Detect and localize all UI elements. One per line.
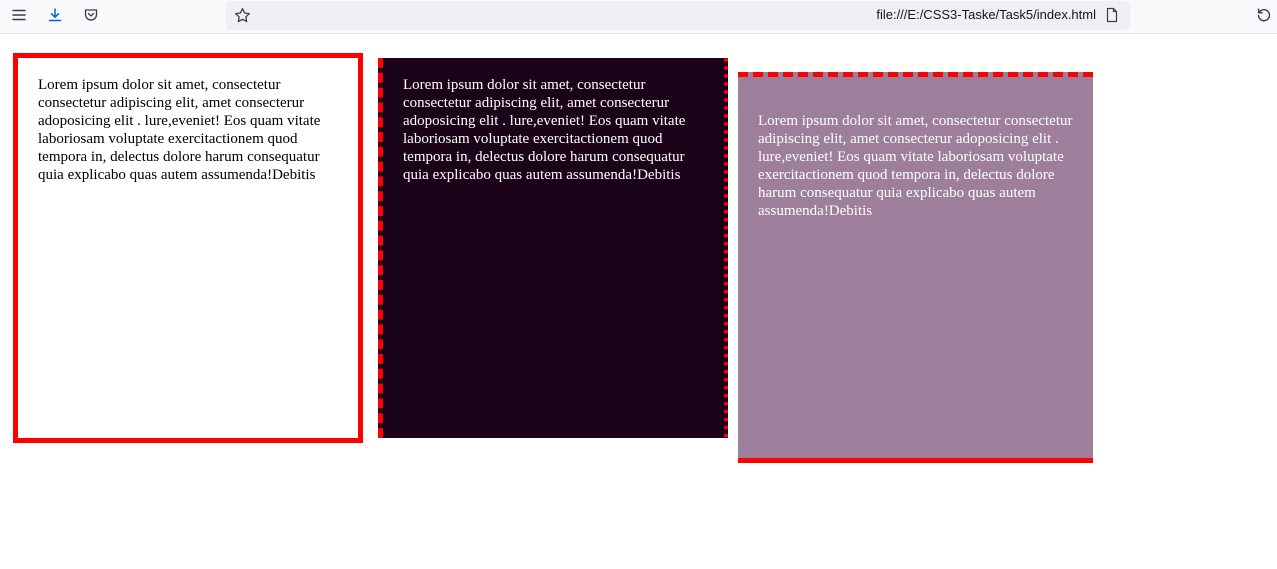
url-text[interactable]: file:///E:/CSS3-Taske/Task5/index.html (876, 7, 1096, 22)
box-3-text: Lorem ipsum dolor sit amet, consectetur … (758, 113, 1073, 219)
content-box-2: Lorem ipsum dolor sit amet, consectetur … (378, 58, 728, 438)
content-box-1: Lorem ipsum dolor sit amet, consectetur … (13, 53, 363, 443)
pocket-icon[interactable] (81, 5, 101, 25)
url-bar[interactable]: file:///E:/CSS3-Taske/Task5/index.html (226, 1, 1130, 30)
reload-icon[interactable] (1254, 5, 1274, 25)
box-2-text: Lorem ipsum dolor sit amet, consectetur … (403, 77, 686, 183)
browser-toolbar: file:///E:/CSS3-Taske/Task5/index.html (0, 0, 1277, 34)
download-icon[interactable] (45, 5, 65, 25)
menu-icon[interactable] (9, 5, 29, 25)
page-icon (1102, 5, 1122, 25)
box-1-text: Lorem ipsum dolor sit amet, consectetur … (38, 77, 321, 183)
content-box-3: Lorem ipsum dolor sit amet, consectetur … (738, 72, 1093, 463)
star-icon[interactable] (232, 5, 252, 25)
